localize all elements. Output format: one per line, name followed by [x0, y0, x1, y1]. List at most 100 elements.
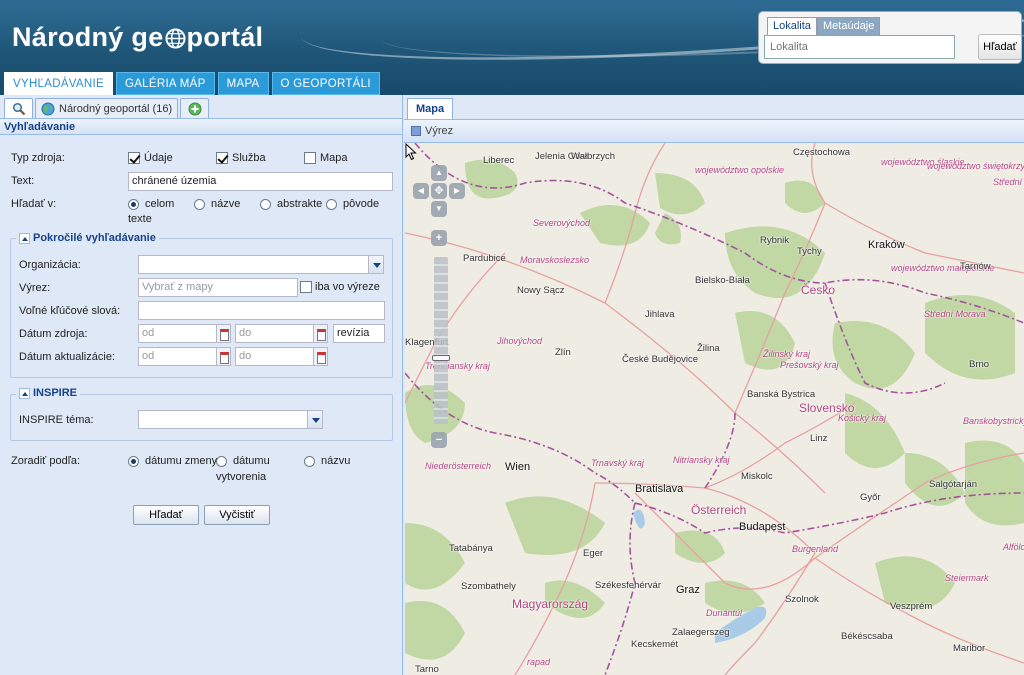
radio-sort-name[interactable]: názvu [304, 455, 350, 467]
text-search-input[interactable]: chránené územia [128, 172, 393, 191]
globe-icon [165, 28, 186, 49]
checkbox-data[interactable]: Údaje [128, 152, 173, 164]
tab-label: Národný geoportál (16) [59, 102, 173, 115]
radio-whole-text[interactable]: celom [128, 198, 174, 210]
tab-map[interactable]: Mapa [407, 98, 454, 119]
zoom-slider[interactable] [432, 355, 450, 361]
tab-national-geoportal[interactable]: Národný geoportál (16) [35, 98, 179, 118]
map-label: Bratislava [635, 483, 684, 495]
map-label: Eger [583, 548, 604, 559]
checkbox[interactable] [304, 152, 316, 164]
pan-right-icon[interactable] [449, 183, 465, 199]
map-label: Tarnów [960, 261, 991, 272]
source-date-to[interactable]: do [235, 324, 314, 343]
main-navigation: VYHĽADÁVANIE GALÉRIA MÁP MAPA O GEOPORTÁ… [4, 72, 380, 95]
keywords-label: Voľné kľúčové slová: [19, 305, 121, 317]
checkbox-service[interactable]: Služba [216, 152, 266, 164]
radio-sort-change-date[interactable]: dátumu zmeny [128, 455, 217, 467]
map-canvas[interactable]: Częstochowa województwo śląskie województw… [405, 143, 1024, 675]
map-label: Alföld és Észak [1003, 542, 1024, 552]
pan-center-icon[interactable] [431, 183, 447, 199]
map-label: Tarno [415, 664, 439, 675]
map-label: województwo opolskie [695, 165, 785, 175]
keywords-input[interactable] [138, 301, 385, 320]
update-date-to[interactable]: do [235, 347, 314, 366]
map-background [405, 143, 1024, 675]
inspire-legend: INSPIRE [33, 387, 78, 399]
nav-tab-map-gallery[interactable]: GALÉRIA MÁP [115, 72, 215, 95]
source-type-label: Typ zdroja: [11, 152, 65, 164]
radio[interactable] [128, 455, 139, 467]
radio-label: názvu [321, 455, 351, 467]
radio[interactable] [304, 455, 315, 467]
map-label: Banskobystrický kraj [963, 416, 1024, 426]
radio-label: pôvode [343, 198, 380, 210]
pan-left-icon[interactable] [413, 183, 429, 199]
header-search-button[interactable]: Hľadať [978, 34, 1022, 60]
radio[interactable] [128, 199, 139, 210]
globe-icon [41, 102, 55, 115]
radio-label: dátumu zmeny [145, 455, 218, 467]
date-type-field[interactable]: revízia [333, 324, 385, 343]
advanced-search-toggle[interactable]: Pokročilé vyhľadávanie [16, 232, 159, 244]
pan-down-icon[interactable] [431, 201, 447, 217]
calendar-icon[interactable] [216, 347, 231, 366]
search-panel: Národný geoportál (16) Vyhľadávanie Typ … [0, 95, 403, 675]
map-label: Częstochowa [793, 147, 851, 158]
map-label: České Budějovice [622, 354, 699, 365]
nav-tab-map[interactable]: MAPA [217, 72, 269, 95]
radio[interactable] [326, 198, 337, 210]
tab-add[interactable] [180, 98, 210, 118]
calendar-icon[interactable] [313, 324, 328, 343]
nav-tab-search[interactable]: VYHĽADÁVANIE [4, 72, 113, 95]
checkbox[interactable] [300, 281, 312, 293]
chevron-down-icon[interactable] [307, 410, 323, 429]
nav-tab-about[interactable]: O GEOPORTÁLI [271, 72, 380, 95]
clear-button[interactable]: Vyčistiť [204, 505, 270, 525]
checkbox-map[interactable]: Mapa [304, 152, 348, 164]
inspire-theme-combo[interactable] [138, 410, 308, 429]
zoom-in-icon[interactable] [431, 230, 447, 246]
extent-tool-label[interactable]: Výrez [425, 125, 453, 137]
calendar-icon[interactable] [313, 347, 328, 366]
logo-text-right: portál [186, 22, 264, 52]
chevron-down-icon[interactable] [368, 255, 384, 274]
radio-sort-created-date[interactable]: dátumu [216, 455, 270, 467]
checkbox[interactable] [216, 152, 228, 164]
source-date-from[interactable]: od [138, 324, 217, 343]
map-label: Dunántúl [706, 608, 743, 618]
magnifier-icon [12, 102, 25, 115]
extent-input[interactable]: Vybrať z mapy [138, 278, 298, 297]
pan-up-icon[interactable] [431, 165, 447, 181]
radio[interactable] [260, 198, 271, 210]
radio-title[interactable]: názve [194, 198, 240, 210]
radio-origin[interactable]: pôvode [326, 198, 379, 210]
checkbox-only-in-extent[interactable]: iba vo výreze [300, 281, 380, 293]
map-label: Linz [810, 433, 828, 444]
update-date-from[interactable]: od [138, 347, 217, 366]
map-label: Szombathely [461, 581, 516, 592]
map-label: Košický kraj [838, 413, 887, 423]
tab-location[interactable]: Lokalita [767, 17, 817, 35]
tab-search[interactable] [4, 98, 33, 118]
checkbox[interactable] [128, 152, 140, 164]
map-label: Střední Čechy [993, 177, 1024, 187]
radio[interactable] [194, 198, 205, 210]
organization-combo[interactable] [138, 255, 369, 274]
map-label: Szolnok [785, 594, 819, 605]
calendar-icon[interactable] [216, 324, 231, 343]
inspire-toggle[interactable]: INSPIRE [16, 387, 81, 399]
text-label: Text: [11, 175, 35, 187]
search-button[interactable]: Hľadať [133, 505, 199, 525]
tab-metadata[interactable]: Metaúdaje [817, 17, 881, 35]
radio-abstract[interactable]: abstrakte [260, 198, 322, 210]
zoom-bar[interactable] [434, 257, 448, 424]
map-label: Jihlava [645, 309, 675, 320]
site-logo[interactable]: Národný ge portál [12, 22, 263, 53]
zoom-out-icon[interactable] [431, 432, 447, 448]
map-label: województwo świętokrzyskie [927, 161, 1024, 171]
location-search-input[interactable] [764, 35, 955, 59]
map-label: Trnavský kraj [591, 458, 644, 468]
radio-label-cont: vytvorenia [216, 471, 267, 483]
radio[interactable] [216, 455, 227, 467]
